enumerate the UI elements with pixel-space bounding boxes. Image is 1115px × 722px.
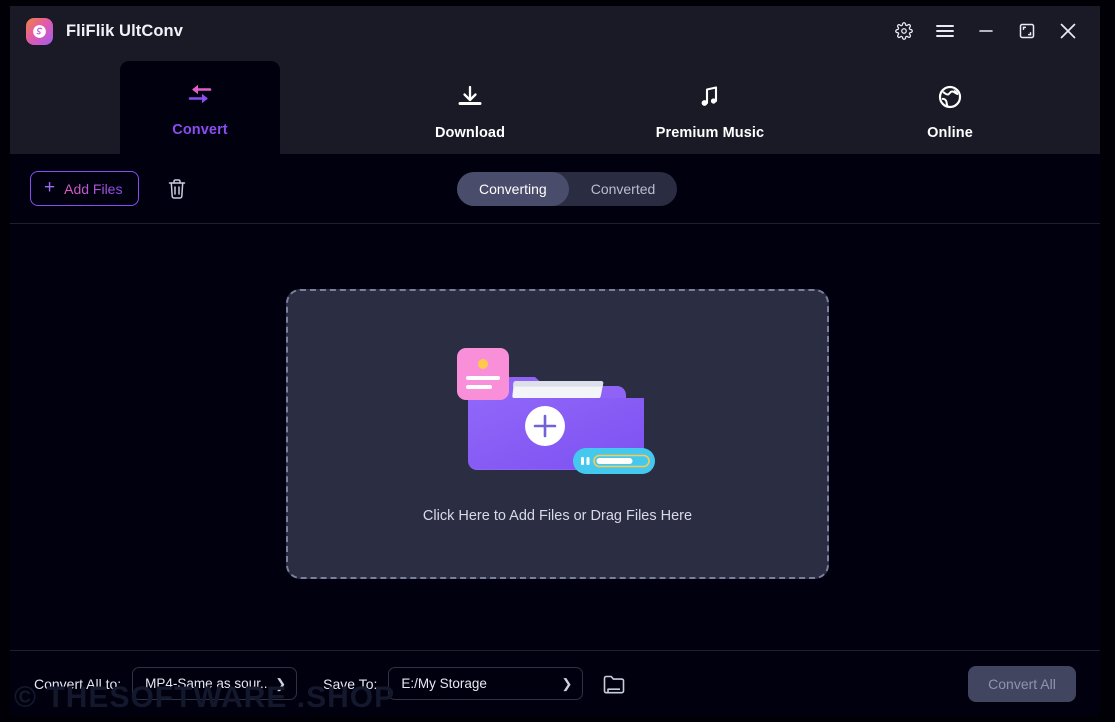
tab-download-label: Download	[434, 124, 506, 141]
maximize-restore-icon[interactable]	[1006, 6, 1047, 56]
tab-premium-music[interactable]: Premium Music	[630, 61, 790, 159]
bottom-bar: Convert All to: MP4-Same as sour... ❯ Sa…	[10, 650, 1100, 716]
save-to-label: Save To:	[323, 675, 378, 692]
tab-download[interactable]: Download	[390, 61, 550, 159]
save-path-select[interactable]: E:/My Storage ❯	[388, 667, 584, 700]
globe-icon	[937, 80, 963, 114]
tab-online[interactable]: Online	[870, 61, 1030, 159]
segment-converting[interactable]: Converting	[457, 172, 569, 206]
output-format-value: MP4-Same as sour...	[145, 676, 272, 691]
main-content-area: Click Here to Add Files or Drag Files He…	[10, 225, 1100, 650]
status-filter-segmented-control[interactable]: Converting Converted	[457, 172, 678, 206]
plus-icon: +	[44, 177, 56, 198]
folder-add-files-illustration	[455, 345, 661, 480]
app-logo-swirl-icon	[26, 17, 53, 45]
tab-convert-label: Convert	[172, 122, 228, 138]
download-icon	[456, 80, 484, 114]
output-format-select[interactable]: MP4-Same as sour... ❯	[132, 667, 298, 700]
chevron-right-icon: ❯	[561, 676, 573, 691]
tab-premium-music-label: Premium Music	[655, 124, 765, 141]
tab-convert[interactable]: Convert	[120, 61, 280, 154]
chevron-right-icon: ❯	[275, 676, 287, 691]
file-drop-zone[interactable]: Click Here to Add Files or Drag Files He…	[286, 289, 829, 579]
save-path-value: E:/My Storage	[401, 676, 487, 691]
window-controls	[883, 6, 1100, 56]
tab-online-label: Online	[927, 124, 973, 141]
trash-icon[interactable]	[163, 175, 191, 203]
add-files-label: Add Files	[64, 180, 123, 197]
title-bar: FliFlik UltConv	[10, 6, 1100, 56]
folder-icon[interactable]	[601, 671, 627, 697]
convert-all-to-label: Convert All to:	[34, 675, 122, 692]
convert-arrows-icon	[185, 77, 215, 111]
close-icon[interactable]	[1047, 6, 1088, 56]
app-title: FliFlik UltConv	[66, 21, 183, 40]
music-note-icon	[697, 80, 723, 114]
drop-zone-text: Click Here to Add Files or Drag Files He…	[422, 507, 693, 524]
hamburger-menu-icon[interactable]	[924, 6, 965, 56]
convert-all-button[interactable]: Convert All	[968, 665, 1076, 702]
gear-icon[interactable]	[883, 6, 924, 56]
add-files-button[interactable]: + Add Files	[30, 171, 140, 206]
tab-bar: Convert Download Premium Music Online	[10, 56, 1100, 154]
app-window: FliFlik UltConv Convert Download Premium…	[10, 6, 1100, 716]
minimize-icon[interactable]	[965, 6, 1006, 56]
segment-converted[interactable]: Converted	[569, 172, 678, 206]
